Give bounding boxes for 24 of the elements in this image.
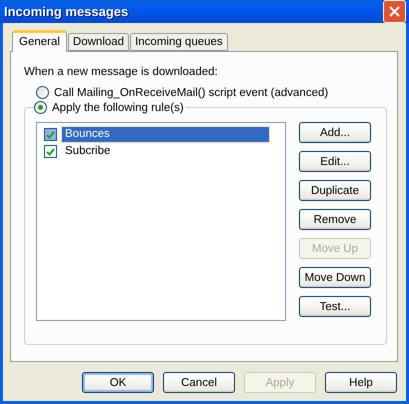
tab[interactable]: Incoming queues	[130, 33, 228, 51]
rule-button[interactable]: Test...	[299, 296, 371, 317]
rule-button[interactable]: Add...	[299, 122, 371, 143]
tab[interactable]: General	[12, 30, 67, 52]
close-button[interactable]	[383, 0, 406, 23]
radio-label[interactable]: Call Mailing_OnReceiveMail() script event (advanced)	[54, 86, 328, 98]
rule-button[interactable]: Move Down	[299, 267, 371, 288]
section-label: When a new message is downloaded:	[24, 66, 219, 78]
radio-button[interactable]	[34, 101, 47, 114]
dialog-button[interactable]: Help	[325, 372, 397, 393]
dialog-button[interactable]: OK	[82, 372, 154, 393]
rule-button[interactable]: Remove	[299, 209, 371, 230]
tab[interactable]: Download	[68, 33, 130, 51]
list-item[interactable]: Subcribe	[62, 144, 114, 159]
dialog-button[interactable]: Cancel	[163, 372, 235, 393]
list-item[interactable]: Bounces	[62, 127, 269, 142]
close-icon	[389, 6, 400, 17]
checkbox[interactable]	[44, 128, 57, 141]
rule-button[interactable]: Edit...	[299, 151, 371, 172]
checkbox[interactable]	[44, 145, 57, 158]
rule-button[interactable]: Duplicate	[299, 180, 371, 201]
window-title: Incoming messages	[4, 4, 128, 19]
radio-label[interactable]: Apply the following rule(s)	[52, 102, 184, 114]
radio-button[interactable]	[36, 86, 49, 99]
